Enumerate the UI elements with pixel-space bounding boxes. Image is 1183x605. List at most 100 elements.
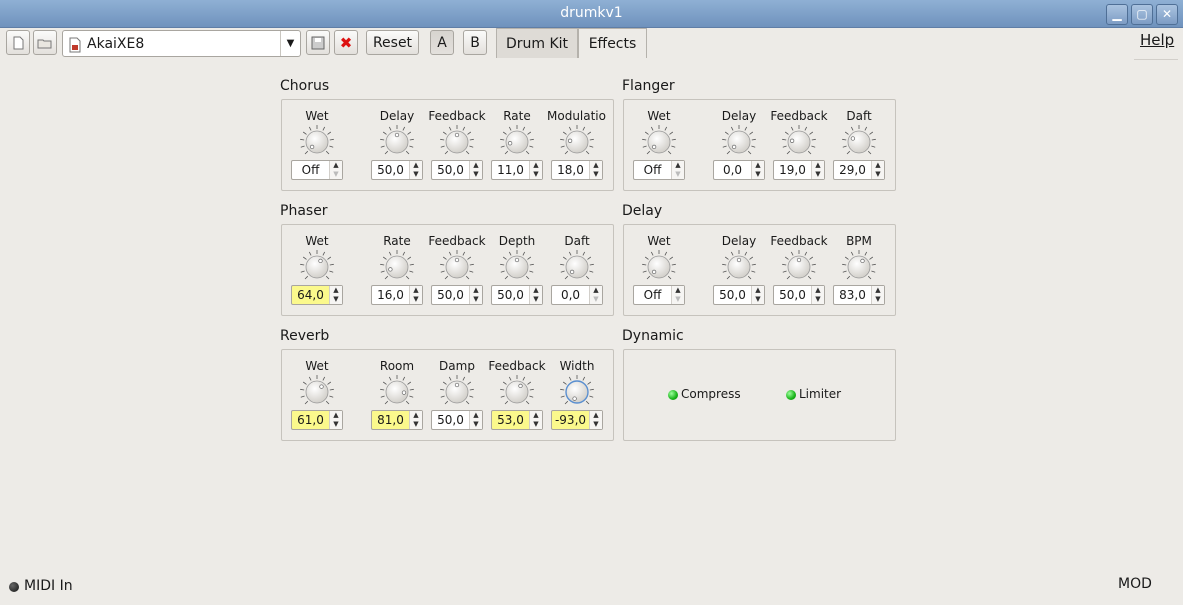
phaser-daft-knob[interactable]	[558, 248, 596, 286]
minimize-button[interactable]: ▁	[1106, 4, 1128, 25]
flanger-daft-spinbox[interactable]: 29,0 ▲ ▼	[833, 160, 885, 180]
flanger-feedback-knob[interactable]	[780, 123, 818, 161]
delay-delay-spinbox[interactable]: 50,0 ▲ ▼	[713, 285, 765, 305]
phaser-depth-knob[interactable]	[498, 248, 536, 286]
delay-bpm-value: 83,0	[839, 288, 866, 302]
b-button[interactable]: B	[463, 30, 487, 55]
delete-preset-button[interactable]: ✖	[334, 30, 358, 55]
reverb-feedback-knob[interactable]	[498, 373, 536, 411]
spin-arrows-icon[interactable]: ▲ ▼	[871, 286, 884, 304]
spin-arrows-icon[interactable]: ▲ ▼	[529, 286, 542, 304]
tab-drum-kit[interactable]: Drum Kit	[496, 28, 578, 58]
reverb-feedback-label: Feedback	[488, 359, 546, 373]
tab-effects[interactable]: Effects	[578, 28, 647, 58]
delay-delay-knob[interactable]	[720, 248, 758, 286]
reverb-title: Reverb	[280, 328, 330, 344]
save-icon	[311, 36, 325, 49]
chorus-rate-knob[interactable]	[498, 123, 536, 161]
spin-arrows-icon[interactable]: ▲ ▼	[469, 286, 482, 304]
reverb-wet-knob[interactable]	[298, 373, 336, 411]
flanger-delay-knob[interactable]	[720, 123, 758, 161]
delete-icon: ✖	[339, 33, 353, 52]
help-menu[interactable]: Help	[1140, 31, 1174, 49]
phaser-rate-label: Rate	[383, 234, 411, 248]
flanger-daft-knob[interactable]	[840, 123, 878, 161]
reverb-damp-knob[interactable]	[438, 373, 476, 411]
phaser-wet-spinbox[interactable]: 64,0 ▲ ▼	[291, 285, 343, 305]
delay-delay-label: Delay	[721, 234, 757, 248]
flanger-feedback-spinbox[interactable]: 19,0 ▲ ▼	[773, 160, 825, 180]
open-preset-button[interactable]	[33, 30, 57, 55]
spin-arrows-icon[interactable]: ▲ ▼	[529, 161, 542, 179]
compress-led[interactable]	[668, 390, 678, 400]
spin-arrows-icon[interactable]: ▲ ▼	[409, 161, 422, 179]
phaser-rate-knob[interactable]	[378, 248, 416, 286]
reverb-room-label: Room	[379, 359, 415, 373]
a-button[interactable]: A	[430, 30, 454, 55]
reverb-room-knob[interactable]	[378, 373, 416, 411]
flanger-title: Flanger	[622, 78, 675, 94]
spin-arrows-icon[interactable]: ▲ ▼	[409, 286, 422, 304]
chorus-wet-spinbox[interactable]: Off ▲ ▼	[291, 160, 343, 180]
dynamic-title: Dynamic	[622, 328, 684, 344]
spin-arrows-icon[interactable]: ▲ ▼	[671, 161, 684, 179]
maximize-button[interactable]: ▢	[1131, 4, 1153, 25]
preset-combo[interactable]: AkaiXE8 ▼	[62, 30, 301, 57]
new-file-icon	[13, 36, 24, 49]
spin-arrows-icon[interactable]: ▲ ▼	[329, 411, 342, 429]
chorus-delay-spinbox[interactable]: 50,0 ▲ ▼	[371, 160, 423, 180]
delay-bpm-spinbox[interactable]: 83,0 ▲ ▼	[833, 285, 885, 305]
spin-arrows-icon[interactable]: ▲ ▼	[469, 411, 482, 429]
spin-arrows-icon[interactable]: ▲ ▼	[751, 286, 764, 304]
reverb-wet-spinbox[interactable]: 61,0 ▲ ▼	[291, 410, 343, 430]
delay-feedback-spinbox[interactable]: 50,0 ▲ ▼	[773, 285, 825, 305]
reset-button[interactable]: Reset	[366, 30, 419, 55]
phaser-feedback-spinbox[interactable]: 50,0 ▲ ▼	[431, 285, 483, 305]
flanger-delay-spinbox[interactable]: 0,0 ▲ ▼	[713, 160, 765, 180]
phaser-feedback-knob[interactable]	[438, 248, 476, 286]
spin-arrows-icon[interactable]: ▲ ▼	[671, 286, 684, 304]
reverb-feedback-spinbox[interactable]: 53,0 ▲ ▼	[491, 410, 543, 430]
delay-wet-spinbox[interactable]: Off ▲ ▼	[633, 285, 685, 305]
chorus-wet-knob[interactable]	[298, 123, 336, 161]
chevron-down-icon[interactable]: ▼	[280, 31, 300, 56]
reverb-room-spinbox[interactable]: 81,0 ▲ ▼	[371, 410, 423, 430]
flanger-wet-knob[interactable]	[640, 123, 678, 161]
chorus-modulation-spinbox[interactable]: 18,0 ▲ ▼	[551, 160, 603, 180]
phaser-depth-spinbox[interactable]: 50,0 ▲ ▼	[491, 285, 543, 305]
spin-arrows-icon[interactable]: ▲ ▼	[329, 286, 342, 304]
spin-arrows-icon[interactable]: ▲ ▼	[529, 411, 542, 429]
spin-arrows-icon[interactable]: ▲ ▼	[811, 161, 824, 179]
reverb-width-knob[interactable]	[558, 373, 596, 411]
save-preset-button[interactable]	[306, 30, 330, 55]
spin-arrows-icon[interactable]: ▲ ▼	[589, 286, 602, 304]
phaser-daft-spinbox[interactable]: 0,0 ▲ ▼	[551, 285, 603, 305]
delay-bpm-knob[interactable]	[840, 248, 878, 286]
delay-feedback-knob[interactable]	[780, 248, 818, 286]
spin-arrows-icon[interactable]: ▲ ▼	[409, 411, 422, 429]
spin-arrows-icon[interactable]: ▲ ▼	[751, 161, 764, 179]
phaser-rate-spinbox[interactable]: 16,0 ▲ ▼	[371, 285, 423, 305]
reverb-damp-spinbox[interactable]: 50,0 ▲ ▼	[431, 410, 483, 430]
spin-arrows-icon[interactable]: ▲ ▼	[589, 411, 602, 429]
spin-arrows-icon[interactable]: ▲ ▼	[469, 161, 482, 179]
flanger-wet-spinbox[interactable]: Off ▲ ▼	[633, 160, 685, 180]
flanger-daft-label: Daft	[846, 109, 872, 123]
spin-arrows-icon[interactable]: ▲ ▼	[871, 161, 884, 179]
chorus-feedback-spinbox[interactable]: 50,0 ▲ ▼	[431, 160, 483, 180]
spin-arrows-icon[interactable]: ▲ ▼	[589, 161, 602, 179]
chorus-feedback-knob[interactable]	[438, 123, 476, 161]
chorus-rate-spinbox[interactable]: 11,0 ▲ ▼	[491, 160, 543, 180]
chorus-modulation-knob[interactable]	[558, 123, 596, 161]
phaser-wet-knob[interactable]	[298, 248, 336, 286]
chorus-delay-knob[interactable]	[378, 123, 416, 161]
spin-arrows-icon[interactable]: ▲ ▼	[329, 161, 342, 179]
chorus-title: Chorus	[280, 78, 330, 94]
limiter-led[interactable]	[786, 390, 796, 400]
delay-wet-knob[interactable]	[640, 248, 678, 286]
phaser-wet-label: Wet	[305, 234, 329, 248]
spin-arrows-icon[interactable]: ▲ ▼	[811, 286, 824, 304]
new-preset-button[interactable]	[6, 30, 30, 55]
reverb-width-spinbox[interactable]: -93,0 ▲ ▼	[551, 410, 603, 430]
close-button[interactable]: ✕	[1156, 4, 1178, 25]
